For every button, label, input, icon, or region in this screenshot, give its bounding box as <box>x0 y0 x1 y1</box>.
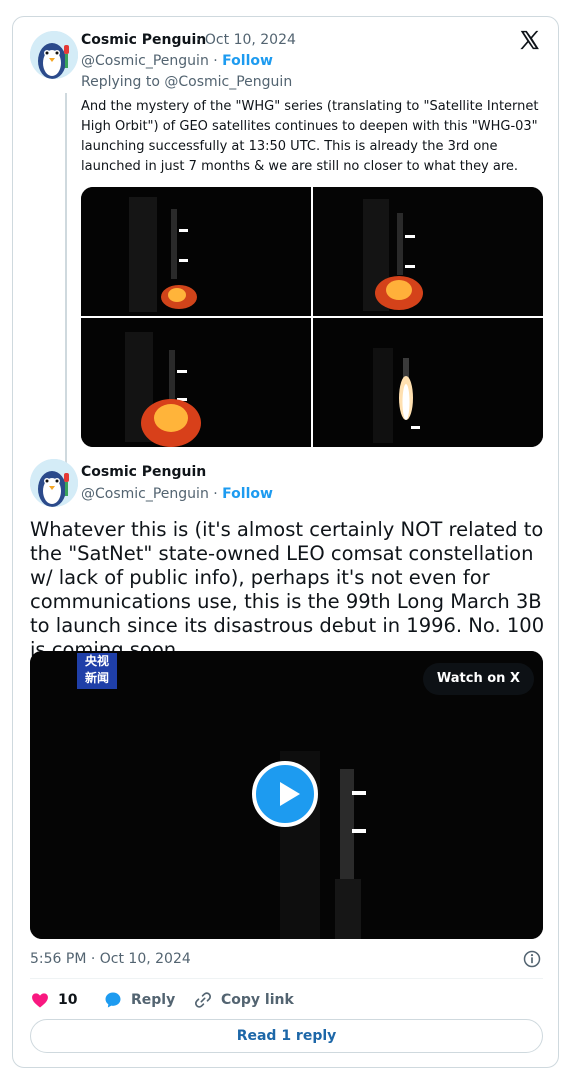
launch-photo-2[interactable] <box>313 187 543 316</box>
separator: · <box>196 32 205 48</box>
tweet-embed-card: Cosmic Penguin · Oct 10, 2024 @Cosmic_Pe… <box>12 16 559 1068</box>
reply-tweet-text: And the mystery of the "WHG" series (tra… <box>81 99 539 174</box>
info-icon[interactable] <box>522 949 542 969</box>
handle-row: @Cosmic_Penguin · Follow <box>81 53 273 69</box>
tweet-date[interactable]: Oct 10, 2024 <box>205 32 296 48</box>
follow-link[interactable]: Follow <box>222 486 273 502</box>
channel-logo-line2: 新闻 <box>84 671 109 685</box>
like-count: 10 <box>58 992 78 1008</box>
thread-connector-line <box>65 93 67 471</box>
reply-label: Reply <box>131 992 176 1008</box>
author-name[interactable]: Cosmic Penguin <box>81 464 206 480</box>
author-handle[interactable]: @Cosmic_Penguin <box>81 486 209 502</box>
avatar[interactable] <box>30 459 78 507</box>
divider <box>30 978 543 979</box>
link-icon <box>195 992 211 1008</box>
reply-bubble-icon <box>105 992 121 1008</box>
play-icon <box>280 782 300 806</box>
channel-logo-line1: 央视 <box>84 654 109 668</box>
launch-photo-3[interactable] <box>81 318 311 447</box>
heart-icon <box>32 993 48 1008</box>
x-logo-icon[interactable] <box>518 29 540 51</box>
read-replies-button[interactable]: Read 1 reply <box>30 1019 543 1053</box>
like-action[interactable]: 10 <box>30 989 77 1011</box>
reply-action[interactable]: Reply <box>103 989 175 1011</box>
handle-row: @Cosmic_Penguin · Follow <box>81 486 273 502</box>
tweet-date-row: · Oct 10, 2024 <box>196 32 296 48</box>
media-grid <box>81 187 543 447</box>
play-button[interactable] <box>252 761 318 827</box>
author-handle[interactable]: @Cosmic_Penguin <box>81 53 209 69</box>
separator: · <box>208 486 223 502</box>
copy-link-label: Copy link <box>221 992 294 1008</box>
avatar[interactable] <box>30 31 78 79</box>
tweet-timestamp[interactable]: 5:56 PM · Oct 10, 2024 <box>30 951 191 967</box>
follow-link[interactable]: Follow <box>222 53 273 69</box>
replying-to[interactable]: Replying to @Cosmic_Penguin <box>81 74 292 90</box>
launch-photo-1[interactable] <box>81 187 311 316</box>
main-tweet-text: Whatever this is (it's almost certainly … <box>30 518 545 661</box>
separator: · <box>208 53 223 69</box>
copy-link-action[interactable]: Copy link <box>193 989 294 1011</box>
launch-photo-4[interactable] <box>313 318 543 447</box>
author-name[interactable]: Cosmic Penguin <box>81 32 206 48</box>
watch-on-x-button[interactable]: Watch on X <box>422 663 534 695</box>
channel-logo: 央视 新闻 <box>77 653 117 689</box>
video-player[interactable]: 央视 新闻 Watch on X <box>30 651 543 939</box>
